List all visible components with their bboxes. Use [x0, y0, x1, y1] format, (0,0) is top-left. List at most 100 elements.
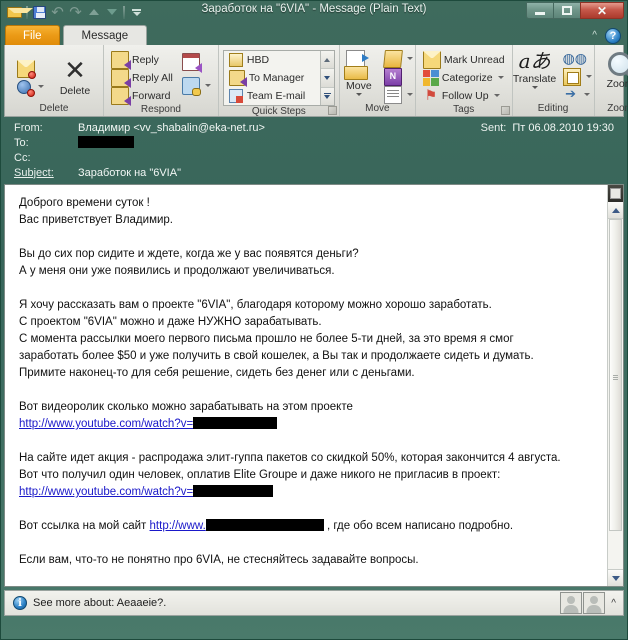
help-icon[interactable]: ? — [605, 28, 621, 44]
mark-unread-button[interactable]: Mark Unread — [420, 50, 508, 69]
tags-dialog-launcher[interactable] — [500, 106, 510, 115]
forward-button[interactable]: Forward — [108, 86, 176, 106]
translate-button-label: Translate — [512, 73, 557, 85]
message-body-text[interactable]: Доброго времени суток ! Вас приветствует… — [5, 185, 607, 586]
move-caret-icon[interactable] — [355, 93, 362, 96]
zoom-button[interactable]: Zoom — [598, 49, 628, 90]
youtube-link-1[interactable]: http://www.youtube.com/watch?v= — [19, 418, 193, 430]
select-browse-object-button[interactable] — [608, 185, 623, 202]
youtube-link-2[interactable]: http://www.youtube.com/watch?v= — [19, 486, 193, 498]
body-line: На сайте идет акция - распродажа элит-гу… — [19, 452, 561, 464]
quick-step-hbd[interactable]: HBD — [226, 52, 318, 69]
tab-message[interactable]: Message — [62, 25, 148, 45]
translate-button[interactable]: aあ Translate — [512, 49, 558, 89]
to-value[interactable] — [78, 136, 624, 149]
scrollbar-thumb[interactable] — [609, 219, 622, 531]
minimize-ribbon-icon[interactable]: ^ — [592, 31, 597, 41]
select-button[interactable]: ➔ — [560, 86, 595, 103]
move-button[interactable]: Move — [339, 49, 379, 96]
previous-item-icon[interactable] — [85, 4, 102, 21]
open-folder-icon — [382, 49, 403, 68]
next-item-icon[interactable] — [103, 4, 120, 21]
find-button[interactable]: ◍◍ — [560, 50, 595, 67]
junk-icon — [17, 79, 35, 97]
categorize-caret-icon[interactable] — [497, 76, 504, 79]
move-icon — [343, 50, 374, 80]
follow-up-button[interactable]: ⚑ Follow Up — [420, 87, 508, 104]
outlook-message-window: ↶ ↷ Заработок на "6VIA" - Message (Plain… — [0, 0, 628, 640]
junk-caret-icon[interactable] — [38, 85, 44, 88]
open-folder-caret-icon[interactable] — [406, 57, 413, 60]
junk-button[interactable] — [11, 78, 47, 97]
scroll-down-button[interactable] — [608, 569, 623, 586]
redaction-bar — [205, 519, 324, 531]
status-text[interactable]: See more about: Aeaaeie?. — [33, 597, 559, 609]
hbd-icon — [228, 53, 243, 68]
select-caret-icon[interactable] — [583, 93, 590, 96]
outlook-envelope-icon[interactable] — [6, 4, 33, 21]
more-respond-button[interactable] — [179, 76, 214, 96]
rules-caret-icon[interactable] — [406, 93, 413, 96]
follow-up-caret-icon[interactable] — [493, 94, 500, 97]
redo-icon[interactable]: ↷ — [67, 4, 84, 21]
reply-all-button[interactable]: Reply All — [108, 68, 176, 88]
body-line: , где обо всем написано подробно. — [323, 520, 514, 532]
flag-icon: ⚑ — [424, 87, 438, 104]
body-line: Если вам, что-то не понятно про 6VIA, не… — [19, 554, 419, 566]
categorize-button[interactable]: Categorize — [420, 69, 508, 86]
reply-button[interactable]: Reply — [108, 50, 176, 70]
quick-steps-scroll-up[interactable] — [320, 51, 334, 70]
follow-up-button-label: Follow Up — [441, 89, 489, 102]
ribbon-group-respond: Reply Reply All Forward Respond — [103, 45, 218, 116]
cc-label: Cc: — [14, 151, 31, 164]
sent-label: Sent: — [480, 121, 507, 134]
group-label-editing: Editing — [537, 103, 569, 114]
save-icon[interactable] — [31, 4, 48, 21]
tab-file[interactable]: File — [5, 25, 60, 45]
more-respond-caret-icon[interactable] — [204, 84, 211, 87]
avatar[interactable] — [560, 592, 583, 614]
open-folder-button[interactable] — [381, 49, 416, 68]
body-vertical-scrollbar[interactable] — [607, 185, 623, 586]
related-button[interactable] — [560, 67, 595, 86]
personal-site-link[interactable]: http://www. — [150, 520, 206, 532]
reply-all-icon — [111, 68, 131, 88]
body-paragraph-2: Вы до сих пор сидите и ждете, когда же у… — [19, 246, 595, 280]
mark-unread-icon — [422, 50, 441, 69]
undo-icon[interactable]: ↶ — [49, 4, 66, 21]
quick-step-to-manager[interactable]: To Manager — [226, 70, 318, 87]
quick-steps-scrollbar[interactable] — [319, 51, 334, 105]
meeting-icon — [181, 52, 202, 73]
group-label-respond: Respond — [140, 104, 181, 115]
rules-button[interactable] — [381, 85, 416, 104]
from-value[interactable]: Владимир <vv_shabalin@eka-net.ru> — [78, 122, 481, 134]
quick-steps-more[interactable] — [320, 87, 334, 105]
quick-steps-scroll-down[interactable] — [320, 69, 334, 88]
rules-icon — [383, 85, 402, 104]
close-button[interactable]: ✕ — [580, 2, 624, 19]
onenote-button[interactable]: N — [381, 67, 416, 86]
scrollbar-track[interactable] — [608, 219, 623, 569]
body-line: Я хочу рассказать вам о проекте "6VIA", … — [19, 299, 492, 311]
mark-unread-button-label: Mark Unread — [443, 53, 505, 66]
minimize-button[interactable] — [526, 2, 553, 19]
scroll-up-button[interactable] — [608, 202, 623, 219]
collapse-people-pane-icon[interactable]: ^ — [611, 598, 616, 609]
avatar[interactable] — [583, 592, 606, 614]
related-caret-icon[interactable] — [585, 75, 592, 78]
maximize-button[interactable] — [553, 2, 580, 19]
quick-step-team-email[interactable]: Team E-mail — [226, 87, 318, 104]
quick-access-toolbar: ↶ ↷ — [1, 2, 145, 22]
meeting-button[interactable] — [179, 52, 214, 73]
customize-qat-icon[interactable] — [128, 4, 145, 21]
quick-step-team-email-label: Team E-mail — [246, 89, 306, 102]
quick-steps-dialog-launcher[interactable] — [327, 106, 337, 115]
quick-step-to-manager-label: To Manager — [248, 72, 305, 84]
group-label-zoom: Zoom — [607, 103, 628, 114]
body-line: С проектом "6VIA" можно и даже НУЖНО зар… — [19, 316, 322, 328]
delete-button[interactable]: ✕ Delete — [51, 55, 99, 97]
body-line: А у меня они уже появились и продолжают … — [19, 265, 335, 277]
ignore-button[interactable] — [11, 59, 47, 79]
team-email-icon — [228, 88, 243, 103]
translate-caret-icon[interactable] — [531, 86, 538, 89]
